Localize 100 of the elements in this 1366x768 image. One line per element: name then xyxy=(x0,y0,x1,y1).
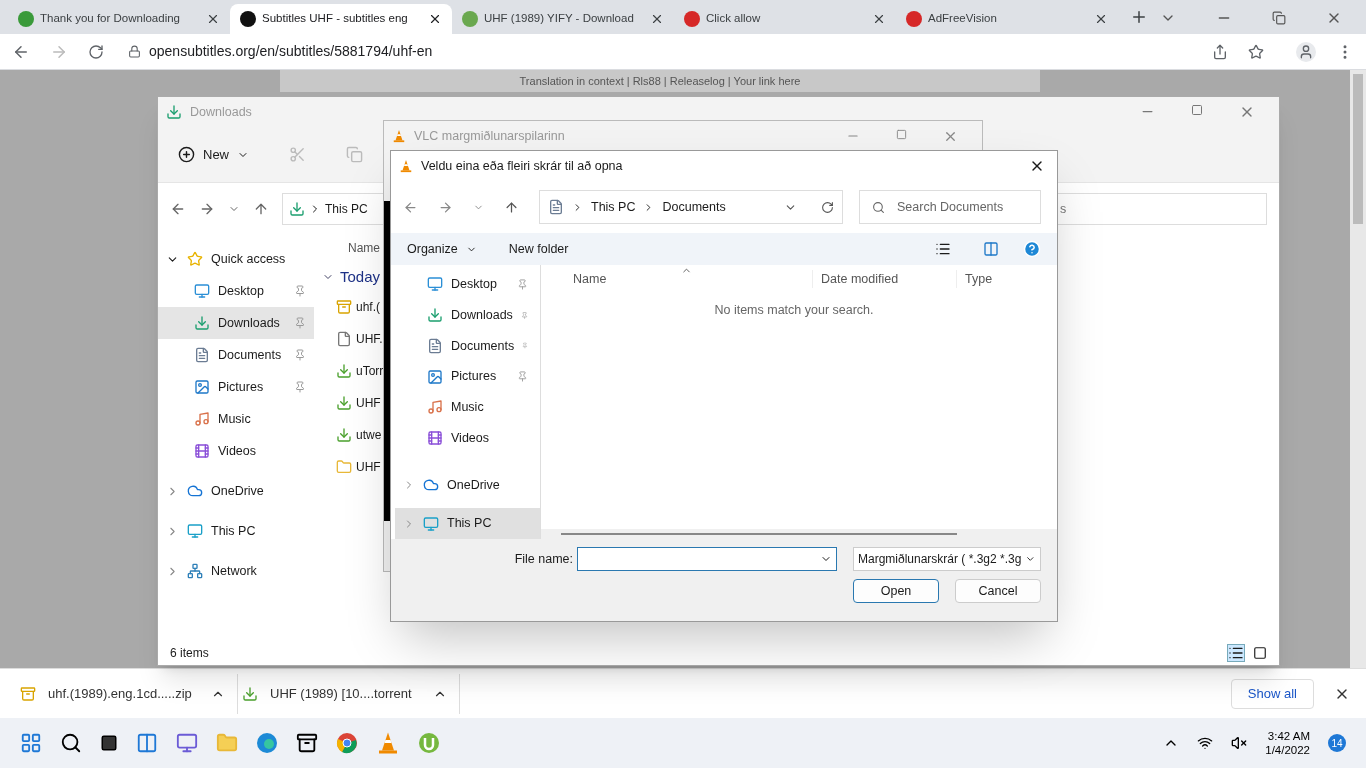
file-name[interactable]: utwe xyxy=(356,426,382,444)
download-icon xyxy=(166,104,182,120)
file-name-field[interactable] xyxy=(577,547,837,571)
horizontal-scrollbar[interactable] xyxy=(561,533,957,535)
notification-count[interactable]: 14 xyxy=(1328,734,1346,752)
up-icon[interactable] xyxy=(253,201,269,217)
close-icon[interactable] xyxy=(872,12,886,26)
address-bar[interactable]: This PC Documents xyxy=(539,190,843,224)
sidebar-item[interactable]: Desktop xyxy=(158,275,314,307)
profile-avatar-icon[interactable] xyxy=(1296,41,1316,62)
maximize-icon[interactable] xyxy=(896,128,907,140)
sidebar-label: Desktop xyxy=(218,282,265,300)
new-button[interactable]: New xyxy=(178,144,249,165)
column-header[interactable]: Name xyxy=(541,269,813,289)
network-icon[interactable] xyxy=(1197,735,1214,751)
show-all-button[interactable]: Show all xyxy=(1230,678,1314,709)
close-icon[interactable] xyxy=(428,12,442,26)
browser-tab[interactable]: Click allow xyxy=(674,4,896,34)
browser-tab[interactable]: Thank you for Downloading xyxy=(8,4,230,34)
browser-logo-icon[interactable] xyxy=(256,732,278,754)
film-icon xyxy=(427,430,443,447)
refresh-icon[interactable] xyxy=(821,200,834,214)
traffic-cone-icon xyxy=(392,129,406,143)
close-icon[interactable] xyxy=(206,12,220,26)
file-name[interactable]: UHF xyxy=(356,458,381,476)
mute-icon[interactable] xyxy=(1231,735,1248,751)
file-name[interactable]: UHF. xyxy=(356,330,383,348)
close-icon[interactable] xyxy=(1094,12,1108,26)
file-name[interactable]: uhf.( xyxy=(356,298,380,316)
document-icon xyxy=(194,347,210,363)
up-icon[interactable] xyxy=(504,199,519,215)
reload-icon[interactable] xyxy=(88,43,104,60)
widgets-icon[interactable] xyxy=(136,732,158,754)
column-header[interactable]: Type xyxy=(957,269,993,289)
bookmark-star-icon[interactable] xyxy=(1248,43,1264,60)
browser-tab[interactable]: Subtitles UHF - subtitles eng xyxy=(230,4,452,34)
nav-item[interactable]: Desktop xyxy=(395,269,540,300)
new-tab-icon[interactable] xyxy=(1130,8,1148,26)
organize-button[interactable]: Organize xyxy=(407,239,477,259)
nav-item[interactable]: OneDrive xyxy=(395,469,540,501)
clock-date[interactable]: 1/4/2022 xyxy=(1265,743,1310,758)
file-name[interactable]: uTorr xyxy=(356,362,384,380)
forward-icon[interactable] xyxy=(438,199,453,215)
forward-icon[interactable] xyxy=(199,201,215,217)
breadcrumb-item[interactable]: This PC xyxy=(325,200,368,218)
sidebar-item[interactable]: Music xyxy=(158,403,314,435)
share-icon[interactable] xyxy=(1212,43,1228,60)
preview-pane-icon[interactable] xyxy=(983,241,999,257)
restore-icon[interactable] xyxy=(1272,11,1286,25)
sidebar-item[interactable]: Downloads xyxy=(158,307,314,339)
help-icon[interactable] xyxy=(1023,240,1041,258)
clock-time[interactable]: 3:42 AM xyxy=(1267,728,1310,743)
window-title: VLC margmiðlunarspilarinn xyxy=(414,127,565,145)
sidebar-label: This PC xyxy=(211,522,256,540)
back-icon[interactable] xyxy=(170,201,186,217)
close-icon[interactable] xyxy=(650,12,664,26)
sidebar-item[interactable]: This PC xyxy=(158,515,314,547)
nav-item[interactable]: This PC xyxy=(395,508,540,539)
details-view-icon[interactable] xyxy=(1227,644,1245,662)
cancel-button[interactable]: Cancel xyxy=(955,579,1041,603)
sidebar-item[interactable]: Quick access xyxy=(158,243,314,275)
browser-tab[interactable]: UHF (1989) YIFY - Download xyxy=(452,4,674,34)
page-scrollbar[interactable] xyxy=(1350,70,1366,668)
site-favicon xyxy=(240,11,256,27)
open-button[interactable]: Open xyxy=(853,579,939,603)
nav-item[interactable]: Videos xyxy=(395,422,540,454)
sidebar-item[interactable]: Videos xyxy=(158,435,314,467)
view-options-icon[interactable] xyxy=(935,241,951,257)
page-links[interactable]: Translation in context | Rls88 | Releaselog | Your link here xyxy=(519,72,801,90)
browser-tab[interactable]: AdFreeVision xyxy=(896,4,1118,34)
nav-item[interactable]: Documents xyxy=(395,330,540,362)
site-favicon xyxy=(684,11,700,27)
sidebar-item[interactable]: Pictures xyxy=(158,371,314,403)
sidebar-item[interactable]: Documents xyxy=(158,339,314,371)
nav-item[interactable]: Downloads xyxy=(395,299,540,331)
chrome-logo-icon[interactable] xyxy=(336,732,358,754)
nav-label: Pictures xyxy=(451,368,498,386)
sidebar-item[interactable]: OneDrive xyxy=(158,475,314,507)
archive-icon xyxy=(336,299,352,315)
search-field[interactable]: Search Documents xyxy=(859,190,1041,224)
column-header[interactable]: Date modified xyxy=(813,269,957,289)
new-folder-button[interactable]: New folder xyxy=(508,239,569,259)
nav-item[interactable]: Pictures xyxy=(395,361,540,392)
breadcrumb-item[interactable]: This PC xyxy=(591,197,636,217)
file-type-select[interactable]: Margmiðlunarskrár ( *.3g2 *.3g xyxy=(853,547,1041,571)
back-icon[interactable] xyxy=(403,199,418,215)
maximize-icon[interactable] xyxy=(1191,104,1203,116)
start-icon[interactable] xyxy=(20,732,42,754)
nav-item[interactable]: Music xyxy=(395,392,540,423)
download-item[interactable]: UHF (1989) [10....torrent xyxy=(238,673,460,714)
download-icon xyxy=(289,201,305,217)
download-icon xyxy=(427,307,443,324)
search-icon[interactable] xyxy=(60,732,82,754)
tiles-view-icon[interactable] xyxy=(1253,646,1267,660)
task-view-icon[interactable] xyxy=(100,734,118,752)
breadcrumb-item[interactable]: Documents xyxy=(662,197,726,217)
sidebar-item[interactable]: Network xyxy=(158,555,314,587)
address-bar[interactable]: opensubtitles.org/en/subtitles/5881794/uhf-en xyxy=(116,37,1276,66)
download-item[interactable]: uhf.(1989).eng.1cd.....zip xyxy=(16,673,238,714)
file-name[interactable]: UHF xyxy=(356,394,381,412)
